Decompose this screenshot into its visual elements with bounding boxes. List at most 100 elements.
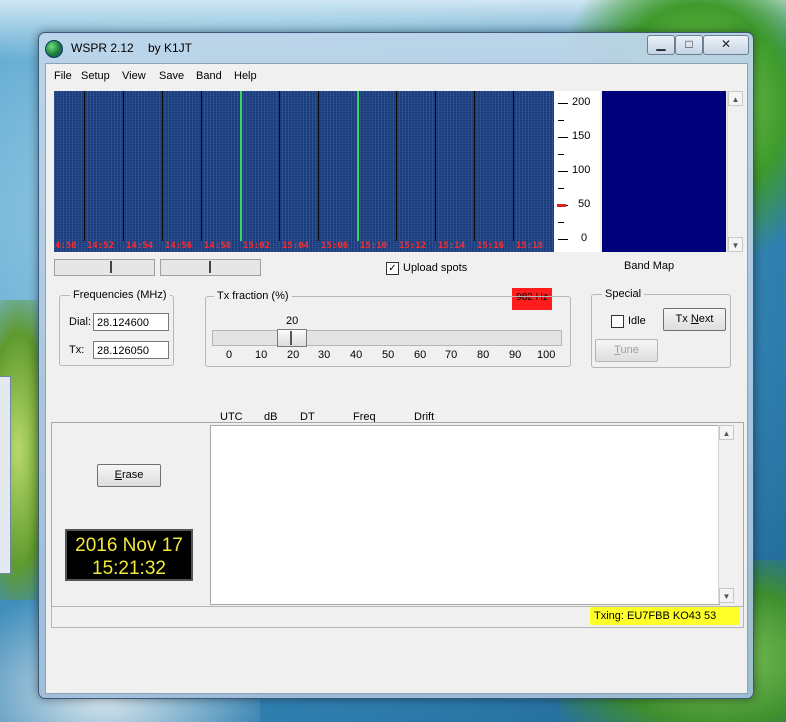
decode-scrollbar[interactable]: ▲ ▼ <box>718 425 735 603</box>
waterfall-time-label: 14:54 <box>126 241 154 251</box>
waterfall-time-label: 14:52 <box>87 241 115 251</box>
scroll-up-arrow-icon[interactable]: ▲ <box>728 91 743 106</box>
tx-frequency-marker <box>557 204 566 207</box>
menu-view[interactable]: View <box>122 70 146 82</box>
frequencies-group-title: Frequencies (MHz) <box>70 289 170 301</box>
frequency-scale: 200 150 100 50 0 <box>554 91 600 252</box>
scale-label: 100 <box>572 164 591 176</box>
tx-fraction-tick: 0 <box>226 349 233 361</box>
upload-spots-label: Upload spots <box>403 262 468 274</box>
tx-next-label-accel: N <box>690 313 699 325</box>
waterfall-divider <box>318 91 319 241</box>
contrast-slider[interactable] <box>160 259 261 276</box>
waterfall-time-label: 4:50 <box>55 241 77 251</box>
waterfall-divider <box>513 91 514 241</box>
frequencies-group: Frequencies (MHz) Dial: 28.124600 Tx: 28… <box>59 289 174 366</box>
menu-save[interactable]: Save <box>159 70 184 82</box>
background-window-edge[interactable] <box>0 376 11 574</box>
scale-minor-tick <box>558 120 564 121</box>
menu-band[interactable]: Band <box>196 70 222 82</box>
special-group-title: Special <box>602 288 645 300</box>
contrast-thumb[interactable] <box>209 261 211 273</box>
title-bar[interactable]: WSPR 2.12 by K1JT ▁ □ ✕ <box>39 33 753 63</box>
upload-spots-checkbox[interactable]: ✓ <box>386 262 399 275</box>
band-map-display <box>602 91 726 252</box>
scale-label: 50 <box>578 198 591 210</box>
tx-fraction-tick: 20 <box>287 349 300 361</box>
tx-fraction-group: Tx fraction (%) 20 0 10 20 30 40 50 60 7… <box>205 290 571 367</box>
tx-fraction-tick: 80 <box>477 349 490 361</box>
menu-file[interactable]: File <box>54 70 72 82</box>
waterfall-divider <box>162 91 163 241</box>
menu-help[interactable]: Help <box>234 70 257 82</box>
waterfall-divider <box>435 91 436 241</box>
tx-fraction-tick: 100 <box>537 349 556 361</box>
waterfall-time-label: 15:10 <box>360 241 388 251</box>
band-map-scrollbar[interactable]: ▲ ▼ <box>727 91 744 252</box>
waterfall-time-label: 15:02 <box>243 241 271 251</box>
waterfall-time-label: 15:06 <box>321 241 349 251</box>
waterfall-divider <box>201 91 202 241</box>
maximize-button[interactable]: □ <box>675 35 703 55</box>
minimize-button[interactable]: ▁ <box>647 35 675 55</box>
idle-label: Idle <box>628 315 646 327</box>
waterfall-time-label: 14:58 <box>204 241 232 251</box>
waterfall-time-label: 15:12 <box>399 241 427 251</box>
tune-label-rest: une <box>620 344 639 356</box>
decoded-messages-area[interactable] <box>210 425 720 605</box>
menu-bar: File Setup View Save Band Help <box>46 64 747 86</box>
tx-fraction-tick: 30 <box>318 349 331 361</box>
menu-setup[interactable]: Setup <box>81 70 110 82</box>
tx-fraction-tick: 70 <box>445 349 458 361</box>
clock-time: 15:21:32 <box>92 558 166 579</box>
scale-major-tick <box>558 137 568 138</box>
waterfall-divider <box>396 91 397 241</box>
scale-minor-tick <box>558 154 564 155</box>
tx-label: Tx: <box>69 344 85 356</box>
waterfall-time-label: 15:18 <box>516 241 544 251</box>
idle-checkbox[interactable] <box>611 315 624 328</box>
band-map-label: Band Map <box>624 260 675 272</box>
tx-fraction-value: 20 <box>286 315 299 327</box>
wspr-window: WSPR 2.12 by K1JT ▁ □ ✕ File Setup View … <box>38 32 754 699</box>
scale-major-tick <box>558 239 568 240</box>
clock-date: 2016 Nov 17 <box>75 535 183 556</box>
erase-label-rest: rase <box>121 469 144 481</box>
tx-fraction-tick: 10 <box>255 349 268 361</box>
scale-label: 0 <box>581 232 588 244</box>
scale-label: 200 <box>572 96 591 108</box>
txing-status: Txing: EU7FBB KO43 53 <box>590 607 740 625</box>
waterfall-marker-green <box>240 91 242 241</box>
tx-next-button[interactable]: Tx Next <box>663 308 726 331</box>
scale-label: 150 <box>572 130 591 142</box>
tx-frequency-input[interactable]: 28.126050 <box>93 341 169 359</box>
brightness-thumb[interactable] <box>110 261 112 273</box>
tune-button[interactable]: Tune <box>595 339 658 362</box>
brightness-slider[interactable] <box>54 259 155 276</box>
scroll-down-arrow-icon[interactable]: ▼ <box>719 588 734 603</box>
globe-icon <box>45 40 63 58</box>
client-area: File Setup View Save Band Help 4:50 14:5… <box>45 63 748 694</box>
scroll-down-arrow-icon[interactable]: ▼ <box>728 237 743 252</box>
waterfall-divider <box>474 91 475 241</box>
tx-fraction-tick: 60 <box>414 349 427 361</box>
tx-fraction-thumb[interactable] <box>277 329 307 347</box>
tx-next-label-suffix: ext <box>698 313 714 325</box>
utc-clock: 2016 Nov 17 15:21:32 <box>65 529 193 581</box>
waterfall-display[interactable]: 4:50 14:52 14:54 14:56 14:58 15:02 15:04… <box>54 91 554 252</box>
tx-fraction-tick: 90 <box>509 349 522 361</box>
tx-next-label-prefix: Tx <box>675 313 691 325</box>
erase-button[interactable]: Erase <box>97 464 161 487</box>
tx-fraction-tick: 50 <box>382 349 395 361</box>
waterfall-time-label: 14:56 <box>165 241 193 251</box>
scale-major-tick <box>558 171 568 172</box>
waterfall-divider <box>279 91 280 241</box>
close-button[interactable]: ✕ <box>703 35 749 55</box>
tx-fraction-tick: 40 <box>350 349 363 361</box>
tx-fraction-track[interactable] <box>212 330 562 346</box>
dial-frequency-input[interactable]: 28.124600 <box>93 313 169 331</box>
tx-fraction-group-title: Tx fraction (%) <box>214 290 292 302</box>
waterfall-time-label: 15:14 <box>438 241 466 251</box>
scroll-up-arrow-icon[interactable]: ▲ <box>719 425 734 440</box>
special-group: Special Idle Tx Next Tune <box>591 288 731 368</box>
